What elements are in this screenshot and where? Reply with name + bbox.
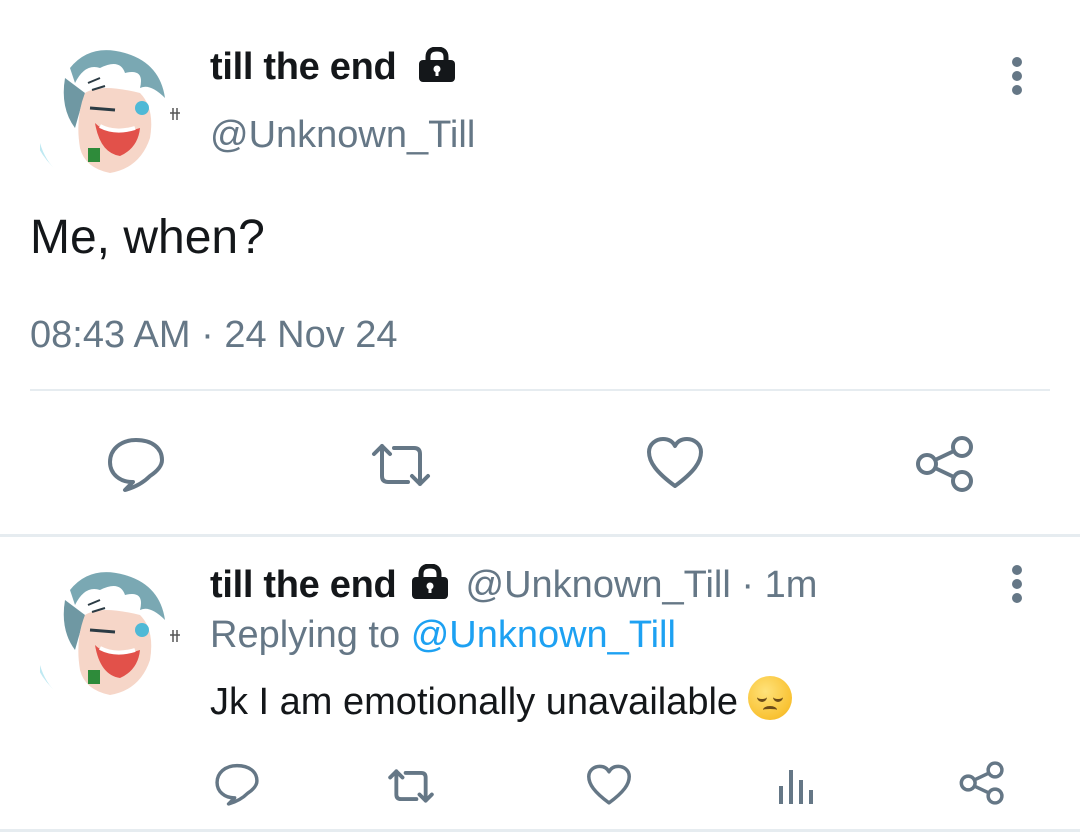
replying-prefix: Replying to — [210, 614, 401, 656]
reply-text: Jk I am emotionally unavailable — [210, 676, 793, 725]
replying-handle-link[interactable]: @Unknown_Till — [411, 614, 676, 656]
reply-text-content: Jk I am emotionally unavailable — [210, 681, 739, 723]
section-divider — [0, 534, 1080, 537]
retweet-icon[interactable] — [384, 768, 438, 804]
reply-header: till the end @Unknown_Till · 1m — [210, 562, 817, 608]
reply-handle[interactable]: @Unknown_Till — [466, 564, 731, 606]
avatar[interactable] — [30, 38, 180, 188]
replying-to: Replying to @Unknown_Till — [210, 612, 676, 658]
more-vertical-icon[interactable] — [1006, 563, 1028, 607]
share-icon[interactable] — [914, 434, 976, 494]
tweet-text: Me, when? — [30, 211, 265, 264]
lock-icon — [416, 47, 458, 83]
retweet-icon[interactable] — [366, 442, 436, 488]
handle[interactable]: @Unknown_Till — [210, 112, 475, 158]
anime-avatar-icon — [30, 38, 180, 188]
reply-icon[interactable] — [214, 762, 260, 806]
display-name[interactable]: till the end — [210, 44, 397, 90]
reply-display-name[interactable]: till the end — [210, 564, 397, 606]
timestamp: 08:43 AM · 24 Nov 24 — [30, 314, 398, 356]
lock-icon — [409, 564, 451, 600]
reply-time: · 1m — [741, 564, 818, 606]
like-icon[interactable] — [586, 764, 632, 806]
bottom-divider — [0, 829, 1080, 832]
share-icon[interactable] — [958, 760, 1006, 806]
reply-icon[interactable] — [106, 436, 166, 492]
more-vertical-icon[interactable] — [1006, 55, 1028, 99]
like-icon[interactable] — [646, 436, 704, 490]
divider — [30, 389, 1050, 391]
reply-avatar[interactable] — [30, 560, 180, 710]
anime-avatar-icon — [30, 560, 180, 710]
relieved-face-emoji — [748, 676, 793, 720]
analytics-icon[interactable] — [776, 766, 816, 806]
